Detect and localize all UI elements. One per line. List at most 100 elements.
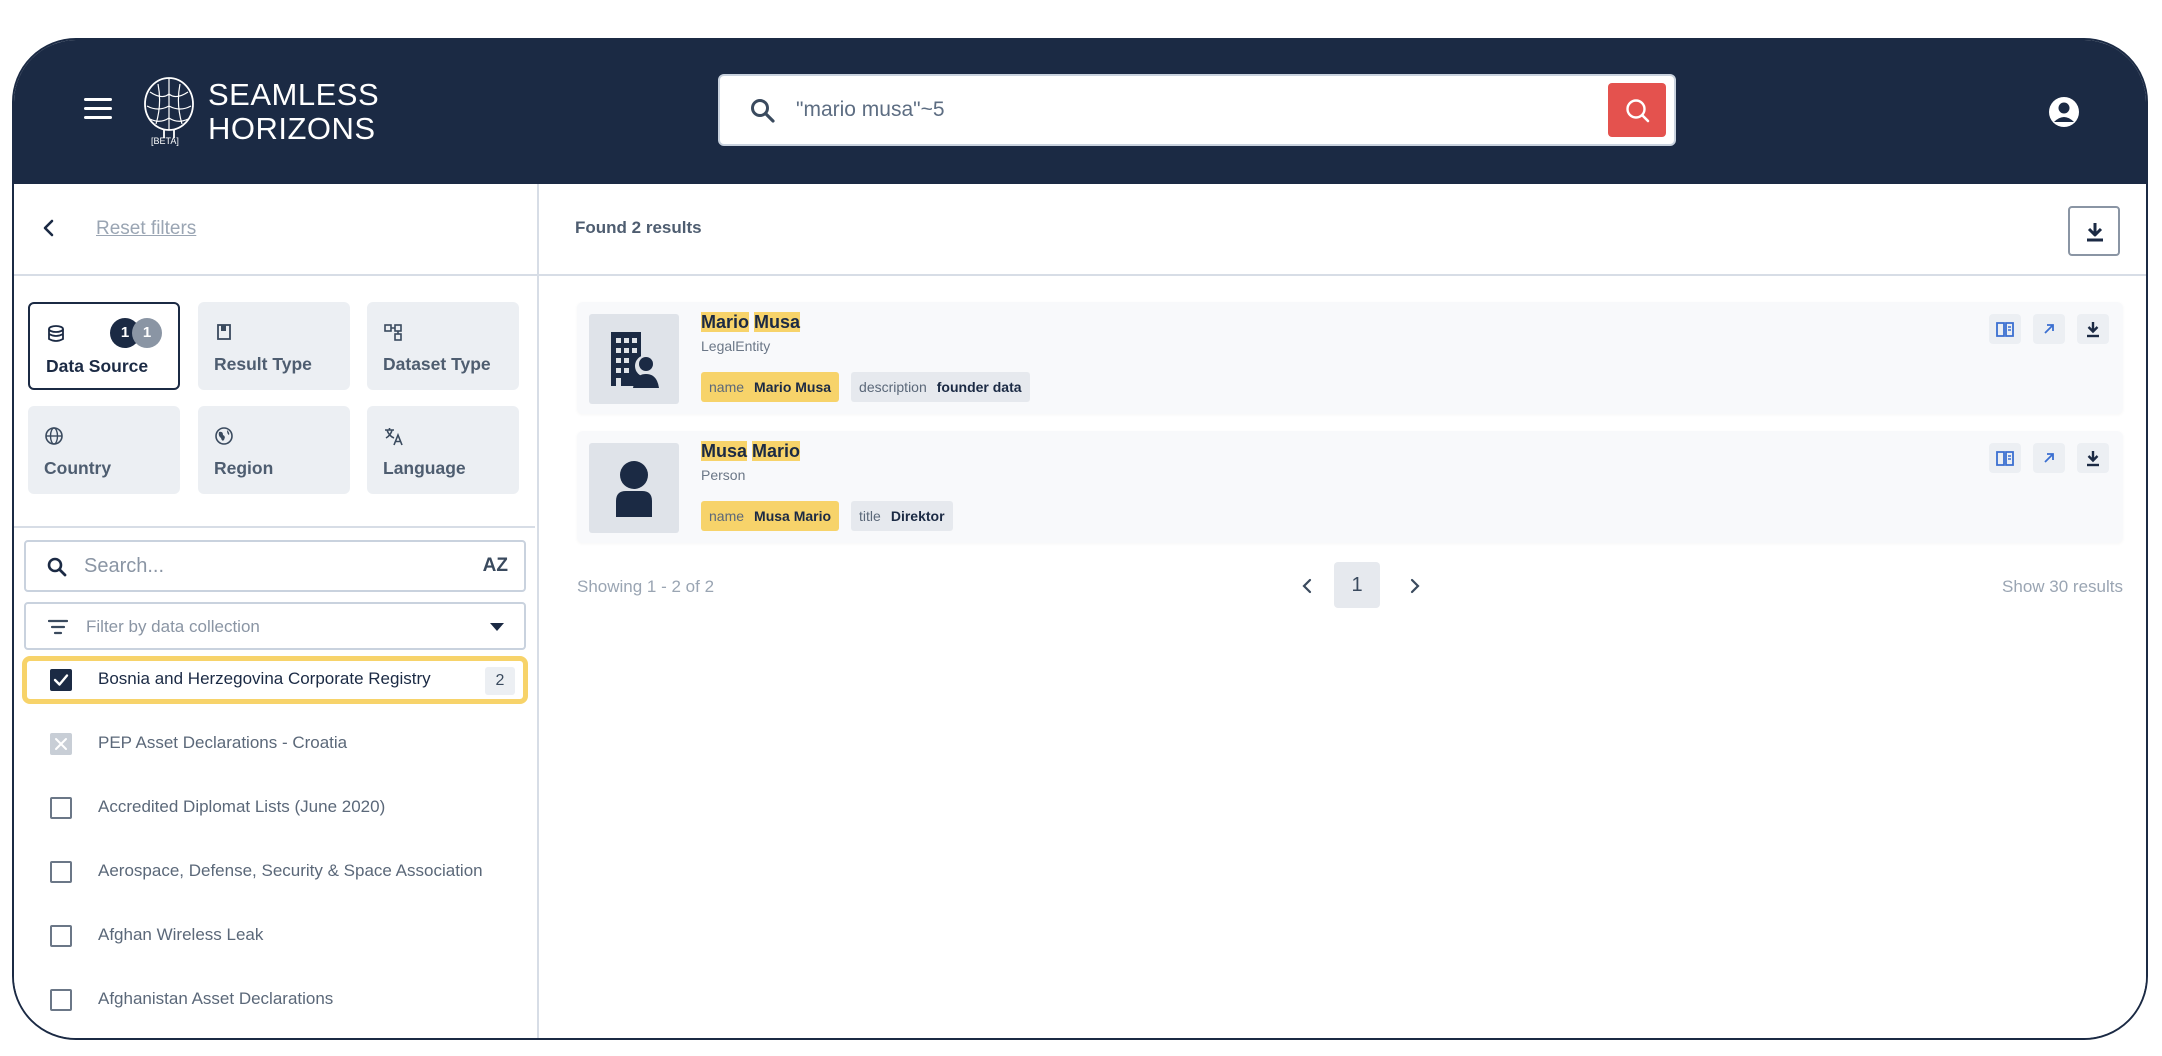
logo-line-2: HORIZONS bbox=[208, 111, 376, 146]
results-count: Found 2 results bbox=[575, 218, 702, 237]
tile-label: Result Type bbox=[214, 354, 312, 374]
tile-language[interactable]: Language bbox=[367, 406, 519, 494]
dataset-item[interactable]: Accredited Diplomat Lists (June 2020) bbox=[22, 784, 528, 832]
pagination-summary: Showing 1 - 2 of 2 bbox=[577, 577, 715, 596]
tile-label: Region bbox=[214, 458, 274, 478]
result-title-part: Mario bbox=[701, 312, 750, 332]
open-reader-button[interactable] bbox=[1989, 314, 2021, 344]
chevron-left-icon[interactable] bbox=[1299, 577, 1315, 600]
dataset-item[interactable]: Aerospace, Defense, Security & Space Ass… bbox=[22, 848, 528, 896]
download-result-button[interactable] bbox=[2077, 443, 2109, 473]
result-title-part: Musa bbox=[754, 312, 801, 332]
chip-value: founder data bbox=[936, 379, 1022, 395]
result-card[interactable]: Mario Musa LegalEntity name Mario Musa d… bbox=[577, 302, 2123, 414]
open-external-button[interactable] bbox=[2033, 443, 2065, 473]
dataset-label: Accredited Diplomat Lists (June 2020) bbox=[98, 797, 386, 816]
check-icon bbox=[53, 674, 69, 686]
app-window: [BETA] SEAMLESS HORIZONS "mario musa"~5 bbox=[12, 38, 2148, 1040]
dataset-search-placeholder: Search... bbox=[84, 555, 165, 577]
dataset-label: Aerospace, Defense, Security & Space Ass… bbox=[98, 861, 483, 880]
result-type: LegalEntity bbox=[701, 338, 771, 354]
dataset-item[interactable]: Bosnia and Herzegovina Corporate Registr… bbox=[22, 656, 528, 704]
chip-key: description bbox=[859, 379, 927, 395]
result-actions bbox=[1989, 314, 2109, 344]
result-card[interactable]: Musa Mario Person name Musa Mario title … bbox=[577, 431, 2123, 543]
dataset-item[interactable]: Afghan Wireless Leak bbox=[22, 912, 528, 960]
tile-data-source[interactable]: 1 1 Data Source bbox=[28, 302, 180, 390]
book-icon bbox=[1996, 322, 2014, 337]
tile-label: Country bbox=[44, 458, 112, 478]
dataset-checkbox[interactable] bbox=[50, 861, 72, 883]
result-title[interactable]: Mario Musa bbox=[701, 312, 801, 333]
sidebar-divider bbox=[14, 526, 535, 528]
total-count-badge: 1 bbox=[132, 318, 162, 348]
tile-country[interactable]: Country bbox=[28, 406, 180, 494]
user-account-icon[interactable] bbox=[2048, 96, 2080, 133]
result-title[interactable]: Musa Mario bbox=[701, 441, 801, 462]
search-submit-button[interactable] bbox=[1608, 83, 1666, 137]
global-search[interactable]: "mario musa"~5 bbox=[718, 74, 1676, 146]
download-all-button[interactable] bbox=[2068, 206, 2120, 256]
property-chip: description founder data bbox=[851, 372, 1030, 402]
page-size-select[interactable]: Show 30 results bbox=[2002, 577, 2123, 597]
menu-icon[interactable] bbox=[84, 98, 112, 122]
logo-line-1: SEAMLESS bbox=[208, 77, 380, 112]
tile-region[interactable]: Region bbox=[198, 406, 350, 494]
dataset-checkbox bbox=[50, 733, 72, 755]
result-properties: name Mario Musa description founder data bbox=[701, 372, 1030, 402]
dataset-label: Afghan Wireless Leak bbox=[98, 925, 264, 944]
search-icon bbox=[750, 98, 776, 129]
dataset-count-badge: 2 bbox=[485, 667, 515, 695]
database-icon bbox=[46, 324, 66, 349]
logo[interactable]: [BETA] SEAMLESS HORIZONS bbox=[142, 74, 379, 150]
brain-logo-icon: [BETA] bbox=[142, 74, 196, 150]
bookmark-icon bbox=[214, 322, 234, 347]
chip-value: Direktor bbox=[890, 508, 945, 524]
tile-label: Dataset Type bbox=[383, 354, 491, 374]
dataset-checkbox[interactable] bbox=[50, 797, 72, 819]
dataset-search-input[interactable]: Search... AZ bbox=[24, 540, 526, 592]
tile-result-type[interactable]: Result Type bbox=[198, 302, 350, 390]
results-header: Found 2 results bbox=[539, 184, 2146, 276]
download-result-button[interactable] bbox=[2077, 314, 2109, 344]
open-external-button[interactable] bbox=[2033, 314, 2065, 344]
tile-dataset-type[interactable]: Dataset Type bbox=[367, 302, 519, 390]
x-icon bbox=[55, 738, 67, 750]
dataset-icon bbox=[383, 322, 403, 347]
chip-value: Mario Musa bbox=[754, 379, 832, 395]
data-collection-select[interactable]: Filter by data collection bbox=[24, 602, 526, 650]
search-query[interactable]: "mario musa"~5 bbox=[796, 98, 945, 122]
dataset-checkbox[interactable] bbox=[50, 925, 72, 947]
collapse-sidebar-icon[interactable] bbox=[38, 217, 60, 244]
download-icon bbox=[2087, 451, 2099, 467]
dataset-checkbox[interactable] bbox=[50, 669, 72, 691]
dataset-label: Afghanistan Asset Declarations bbox=[98, 989, 334, 1008]
search-submit-icon bbox=[1626, 99, 1650, 123]
result-properties: name Musa Mario title Direktor bbox=[701, 501, 953, 531]
property-chip: title Direktor bbox=[851, 501, 953, 531]
chevron-right-icon[interactable] bbox=[1407, 577, 1423, 600]
top-bar: [BETA] SEAMLESS HORIZONS "mario musa"~5 bbox=[14, 40, 2146, 184]
beta-label: [BETA] bbox=[151, 136, 179, 146]
dataset-item[interactable]: Afghanistan Asset Declarations bbox=[22, 976, 528, 1024]
chip-key: title bbox=[859, 508, 881, 524]
chevron-down-icon bbox=[490, 623, 504, 631]
chip-key: name bbox=[709, 508, 745, 524]
page-number-button[interactable]: 1 bbox=[1334, 562, 1380, 608]
result-type: Person bbox=[701, 467, 746, 483]
reset-filters-link[interactable]: Reset filters bbox=[96, 218, 196, 240]
download-icon bbox=[2087, 322, 2099, 338]
globe-icon bbox=[44, 426, 64, 451]
sort-alphabetical-button[interactable]: AZ bbox=[483, 555, 508, 577]
external-link-icon bbox=[2044, 324, 2054, 334]
legal-entity-icon bbox=[589, 314, 679, 404]
chip-value: Musa Mario bbox=[754, 508, 832, 524]
region-icon bbox=[214, 426, 234, 451]
result-actions bbox=[1989, 443, 2109, 473]
dataset-checkbox[interactable] bbox=[50, 989, 72, 1011]
open-reader-button[interactable] bbox=[1989, 443, 2021, 473]
book-icon bbox=[1996, 451, 2014, 466]
dataset-item[interactable]: PEP Asset Declarations - Croatia bbox=[22, 720, 528, 768]
search-icon bbox=[46, 556, 68, 583]
data-collection-placeholder: Filter by data collection bbox=[86, 617, 260, 636]
